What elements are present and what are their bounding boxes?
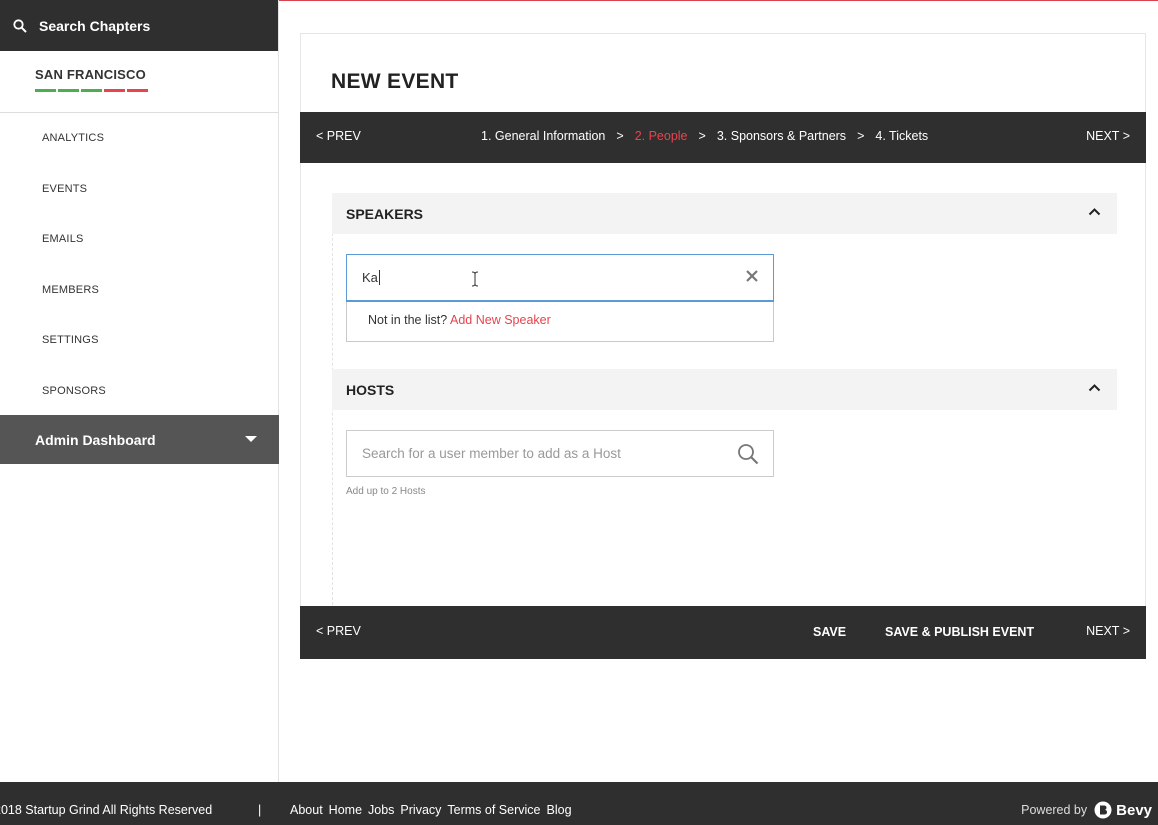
bottom-action-bar: < PREV SAVE SAVE & PUBLISH EVENT NEXT > (300, 606, 1146, 659)
host-limit-hint: Add up to 2 Hosts (346, 486, 426, 497)
sidebar-item-events[interactable]: EVENTS (0, 164, 278, 215)
next-step-button[interactable]: NEXT > (1086, 129, 1130, 143)
footer-links: About Home Jobs Privacy Terms of Service… (290, 803, 578, 817)
chapter-color-bar (35, 89, 56, 92)
not-in-list-text: Not in the list? (368, 313, 448, 327)
chevron-up-icon[interactable] (1088, 383, 1101, 392)
search-chapters-label: Search Chapters (39, 17, 151, 34)
search-chapters-button[interactable]: Search Chapters (0, 0, 278, 51)
step-separator-icon: > (616, 129, 624, 143)
footer: 2018 Startup Grind All Rights Reserved |… (0, 782, 1158, 825)
admin-dashboard-dropdown[interactable]: Admin Dashboard (0, 415, 279, 464)
prev-step-button[interactable]: < PREV (316, 129, 361, 143)
step-sponsors-partners[interactable]: 3. Sponsors & Partners (717, 129, 846, 143)
caret-down-icon (245, 436, 257, 442)
search-icon[interactable] (737, 443, 759, 465)
chapter-color-bar (104, 89, 125, 92)
new-event-card: NEW EVENT < PREV 1. General Information … (300, 33, 1146, 659)
footer-link-home[interactable]: Home (329, 803, 362, 817)
sidebar-item-analytics[interactable]: ANALYTICS (0, 113, 278, 164)
save-button[interactable]: SAVE (813, 625, 846, 639)
footer-link-about[interactable]: About (290, 803, 323, 817)
not-in-list-row: Not in the list? Add New Speaker (368, 313, 551, 327)
prev-button[interactable]: < PREV (316, 624, 361, 638)
step-tickets[interactable]: 4. Tickets (875, 129, 928, 143)
step-people[interactable]: 2. People (635, 129, 688, 143)
speakers-section-header[interactable]: SPEAKERS (332, 193, 1117, 234)
speaker-input-value: Ka (362, 270, 378, 285)
sidebar-item-sponsors[interactable]: SPONSORS (0, 366, 278, 417)
speaker-search-input[interactable]: Ka (346, 254, 774, 302)
copyright-text: 2018 Startup Grind All Rights Reserved (0, 803, 213, 817)
speakers-heading: SPEAKERS (346, 205, 424, 222)
sidebar-item-settings[interactable]: SETTINGS (0, 315, 278, 366)
page-title: NEW EVENT (331, 70, 459, 93)
sidebar-item-members[interactable]: MEMBERS (0, 265, 278, 316)
text-cursor (378, 270, 380, 285)
chapter-name: SAN FRANCISCO (35, 67, 146, 82)
step-separator-icon: > (857, 129, 865, 143)
step-separator-icon: > (698, 129, 706, 143)
bevy-logo-icon (1094, 801, 1112, 819)
powered-by[interactable]: Powered by Bevy (1021, 801, 1152, 819)
chevron-up-icon[interactable] (1088, 207, 1101, 216)
clear-icon[interactable] (745, 269, 759, 283)
chapter-color-bar (58, 89, 79, 92)
chapter-color-bar (127, 89, 148, 92)
search-icon (13, 18, 27, 33)
chapter-color-bar (81, 89, 102, 92)
footer-link-blog[interactable]: Blog (547, 803, 572, 817)
step-navigation-bar: < PREV 1. General Information > 2. Peopl… (300, 112, 1146, 163)
host-search-placeholder: Search for a user member to add as a Hos… (362, 446, 621, 461)
footer-link-terms[interactable]: Terms of Service (447, 803, 540, 817)
speaker-autocomplete: Ka Not in the list? Add New Speaker (346, 254, 774, 342)
step-list: 1. General Information > 2. People > 3. … (481, 129, 928, 143)
next-button[interactable]: NEXT > (1086, 624, 1130, 638)
chapter-color-bars (35, 89, 278, 92)
chapter-header: SAN FRANCISCO (0, 51, 278, 113)
ibeam-cursor-icon (471, 271, 479, 287)
sidebar-item-emails[interactable]: EMAILS (0, 214, 278, 265)
footer-link-privacy[interactable]: Privacy (400, 803, 441, 817)
add-new-speaker-link[interactable]: Add New Speaker (450, 313, 551, 327)
footer-link-jobs[interactable]: Jobs (368, 803, 394, 817)
hosts-heading: HOSTS (346, 381, 395, 398)
footer-divider: | (258, 803, 262, 817)
sidebar: Search Chapters SAN FRANCISCO ANALYTICS … (0, 0, 279, 782)
step-general-information[interactable]: 1. General Information (481, 129, 605, 143)
host-search-input[interactable]: Search for a user member to add as a Hos… (346, 430, 774, 477)
bevy-brand: Bevy (1116, 801, 1152, 819)
admin-dashboard-label: Admin Dashboard (35, 431, 156, 448)
save-publish-button[interactable]: SAVE & PUBLISH EVENT (885, 625, 1034, 639)
powered-by-text: Powered by (1021, 803, 1088, 817)
hosts-section-header[interactable]: HOSTS (332, 369, 1117, 410)
